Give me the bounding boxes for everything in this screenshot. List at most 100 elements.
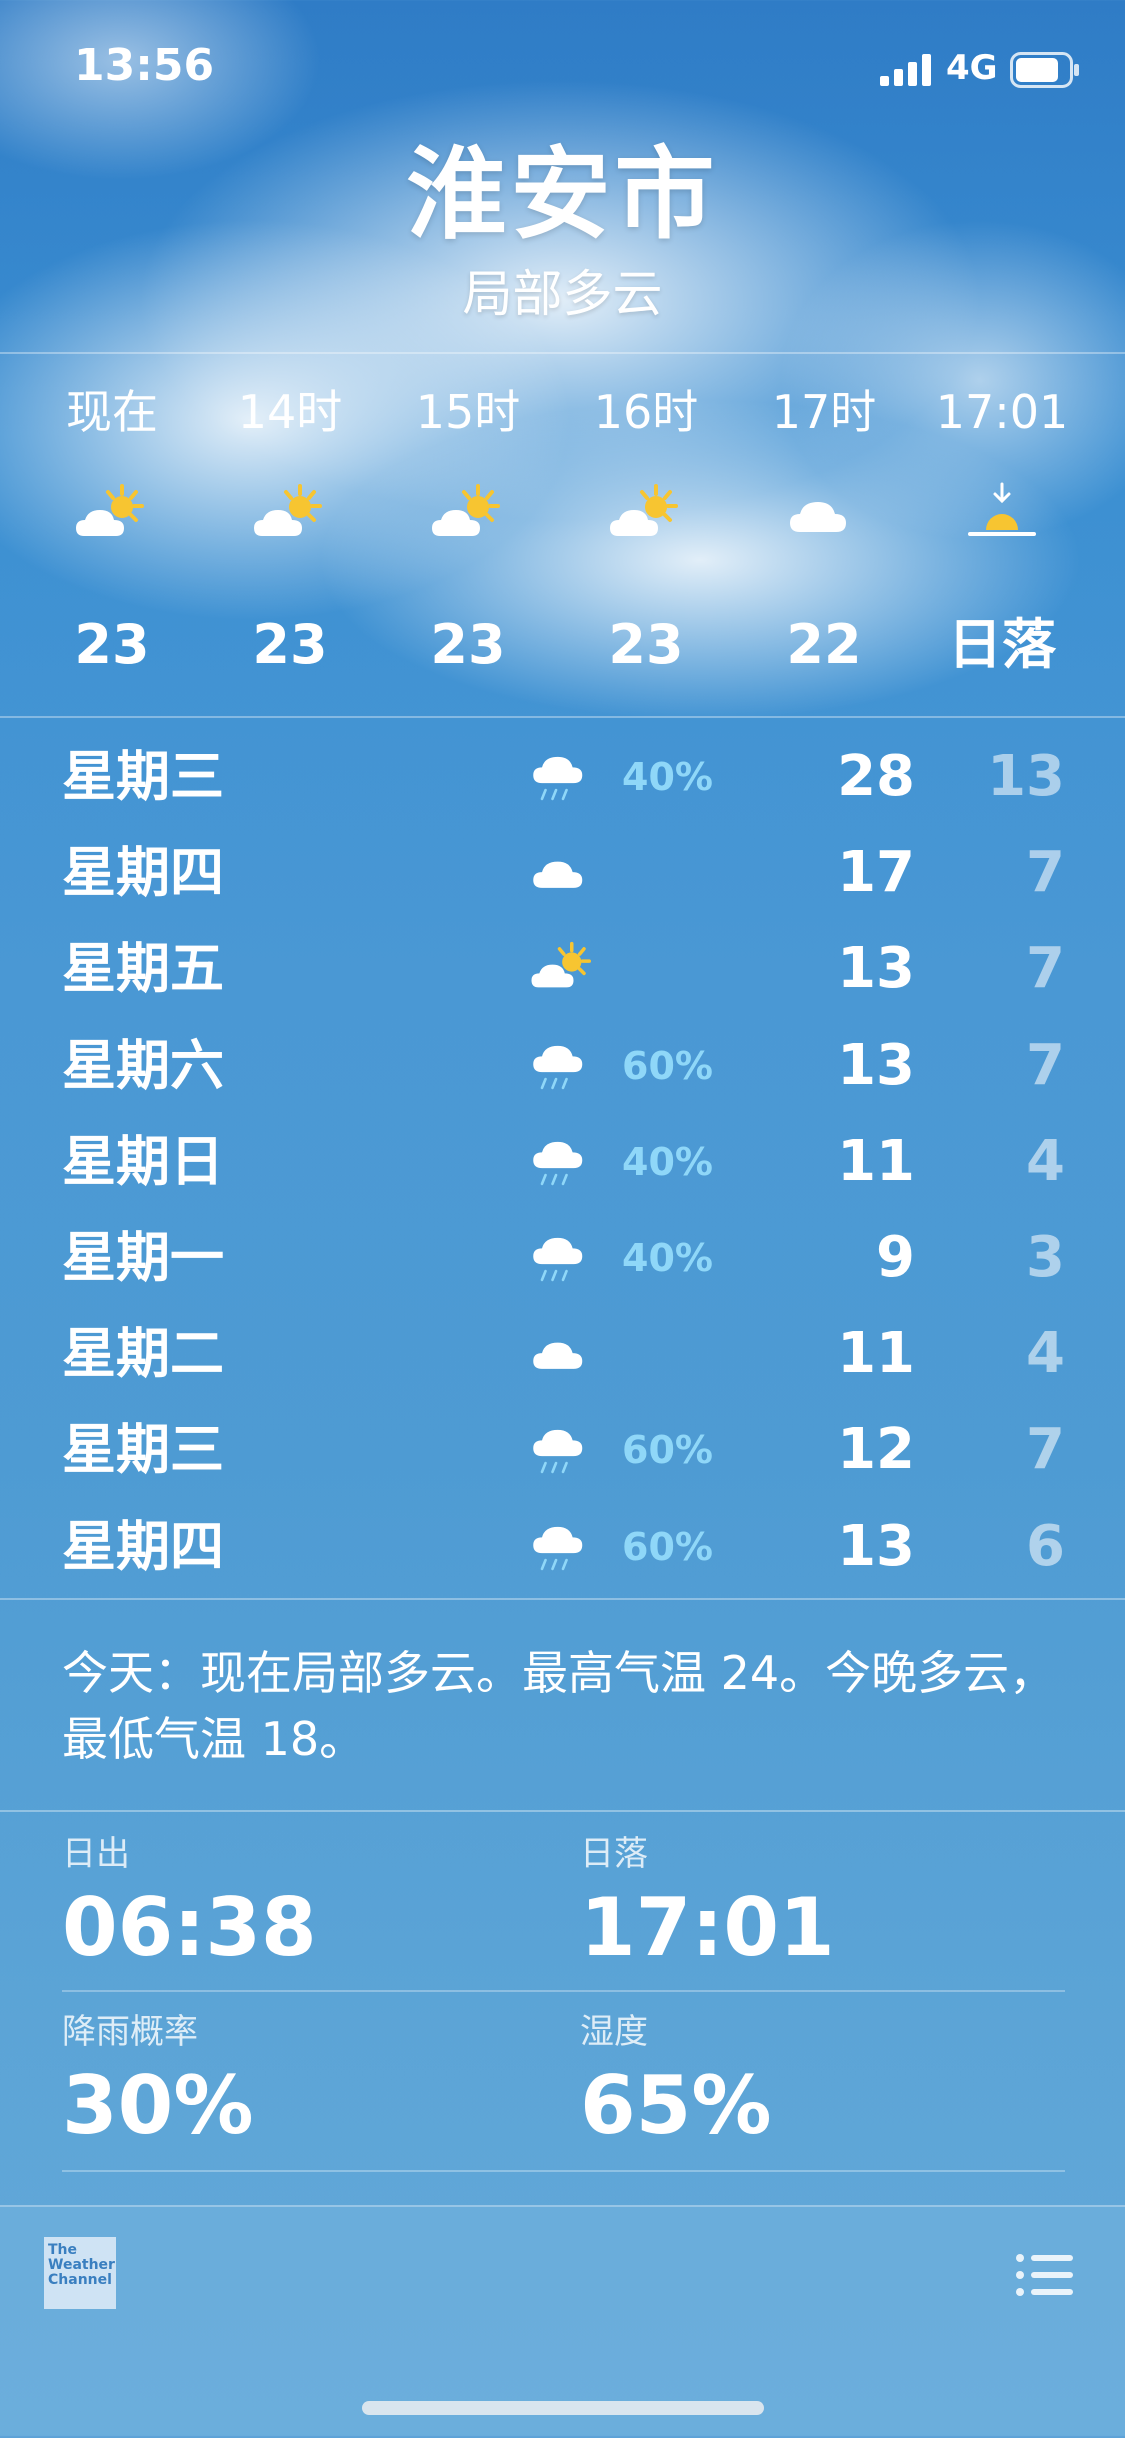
rain-icon: [528, 1223, 598, 1293]
day-name: 星期四: [62, 1514, 224, 1578]
low-temperature: 7: [1026, 840, 1065, 906]
rain-icon: [528, 1031, 598, 1101]
bottom-toolbar: The Weather Channel: [0, 2205, 1125, 2438]
rain-icon: [528, 742, 598, 812]
divider: [0, 1598, 1125, 1600]
humidity-cell: 湿度 65%: [580, 1990, 1050, 2160]
day-name: 星期日: [62, 1129, 224, 1193]
hour-temperature: 23: [252, 613, 328, 676]
hour-column: 14时 23: [200, 360, 380, 715]
daily-row: 星期六 60% 13 7: [0, 1017, 1125, 1113]
daily-row: 星期五 13 7: [0, 920, 1125, 1016]
high-temperature: 28: [837, 744, 915, 809]
partly-sunny-icon: [250, 480, 330, 550]
daily-row: 星期一 40% 9 3: [0, 1209, 1125, 1305]
precip-chance: 40%: [622, 1139, 713, 1184]
low-temperature: 7: [1026, 936, 1065, 1002]
cloud-icon: [528, 838, 598, 908]
network-type: 4G: [946, 48, 998, 88]
hour-temperature: 23: [608, 613, 684, 676]
low-temperature: 7: [1026, 1032, 1065, 1098]
sunrise-label: 日出: [62, 1834, 130, 1874]
precip-chance: 60%: [622, 1043, 713, 1088]
rain-icon: [528, 1512, 598, 1582]
daily-row: 星期三 60% 12 7: [0, 1401, 1125, 1497]
low-temperature: 6: [1026, 1513, 1065, 1579]
high-temperature: 13: [837, 1032, 915, 1098]
hour-temperature: 日落: [948, 613, 1056, 676]
home-indicator[interactable]: [362, 2401, 764, 2415]
sunset-value: 17:01: [580, 1881, 835, 1974]
status-bar: 13:56 4G: [0, 0, 1125, 140]
low-temperature: 4: [1026, 1128, 1065, 1194]
partly-sunny-icon: [428, 480, 508, 550]
divider: [62, 2170, 1065, 2172]
hour-label: 14时: [237, 385, 343, 439]
precip-chance: 40%: [622, 1236, 713, 1280]
hour-column: 15时 23: [378, 360, 558, 715]
high-temperature: 13: [837, 1513, 915, 1579]
day-name: 星期二: [62, 1322, 224, 1386]
day-name: 星期三: [62, 745, 224, 808]
rain-chance-label: 降雨概率: [62, 2012, 198, 2052]
sunset-icon: [962, 480, 1042, 550]
partly-sunny-icon: [528, 934, 598, 1004]
humidity-label: 湿度: [580, 2012, 648, 2052]
daily-row: 星期四 60% 13 6: [0, 1498, 1125, 1594]
hour-label: 现在: [66, 385, 158, 439]
city-name: 淮安市: [406, 136, 719, 253]
divider: [0, 716, 1125, 718]
rain-chance-cell: 降雨概率 30%: [62, 1990, 532, 2160]
hour-column: 现在 23: [22, 360, 202, 715]
list-icon[interactable]: [1015, 2252, 1073, 2298]
day-name: 星期一: [62, 1226, 224, 1289]
sunrise-cell: 日出 06:38: [62, 1812, 532, 1982]
today-summary: 今天：现在局部多云。最高气温 24。今晚多云，最低气温 18。: [62, 1646, 1056, 1766]
hourly-forecast[interactable]: 现在 23 14时 23 15时 23 16时 23 17时 22 17:01 日落: [0, 360, 1125, 715]
hour-column: 17时 22: [734, 360, 914, 715]
high-temperature: 12: [837, 1417, 915, 1483]
partly-sunny-icon: [72, 480, 152, 550]
battery-icon: [1010, 52, 1079, 88]
daily-row: 星期二 11 4: [0, 1305, 1125, 1401]
day-name: 星期四: [62, 841, 224, 905]
sunset-label: 日落: [580, 1834, 648, 1874]
cloud-icon: [784, 480, 864, 550]
hour-label: 15时: [415, 385, 521, 439]
daily-row: 星期四 17 7: [0, 824, 1125, 920]
hour-label: 17时: [771, 385, 877, 439]
low-temperature: 7: [1026, 1417, 1065, 1483]
high-temperature: 9: [876, 1225, 915, 1290]
hour-column: 16时 23: [556, 360, 736, 715]
hour-label: 17:01: [935, 385, 1069, 439]
precip-chance: 60%: [622, 1428, 713, 1473]
sunset-cell: 日落 17:01: [580, 1812, 1050, 1982]
cloud-icon: [528, 1319, 598, 1389]
low-temperature: 3: [1026, 1225, 1065, 1290]
day-name: 星期六: [62, 1033, 224, 1097]
day-name: 星期五: [62, 937, 224, 1001]
high-temperature: 13: [837, 936, 915, 1002]
rain-icon: [528, 1127, 598, 1197]
hour-temperature: 22: [786, 613, 862, 676]
divider: [0, 352, 1125, 354]
current-condition: 局部多云: [462, 265, 663, 323]
hour-temperature: 23: [74, 613, 150, 676]
precip-chance: 60%: [622, 1524, 713, 1569]
high-temperature: 11: [837, 1128, 915, 1194]
day-name: 星期三: [62, 1418, 224, 1482]
low-temperature: 13: [987, 744, 1065, 809]
hour-label: 16时: [593, 385, 699, 439]
high-temperature: 17: [837, 840, 915, 906]
weather-channel-logo[interactable]: The Weather Channel: [44, 2237, 116, 2309]
daily-row: 星期三 40% 28 13: [0, 728, 1125, 824]
daily-row: 星期日 40% 11 4: [0, 1113, 1125, 1209]
location-header: 淮安市 局部多云: [0, 130, 1125, 324]
low-temperature: 4: [1026, 1321, 1065, 1387]
status-time: 13:56: [74, 40, 215, 91]
humidity-value: 65%: [580, 2059, 772, 2152]
partly-sunny-icon: [606, 480, 686, 550]
hour-column: 17:01 日落: [912, 360, 1092, 715]
hour-temperature: 23: [430, 613, 506, 676]
sunrise-value: 06:38: [62, 1881, 317, 1974]
